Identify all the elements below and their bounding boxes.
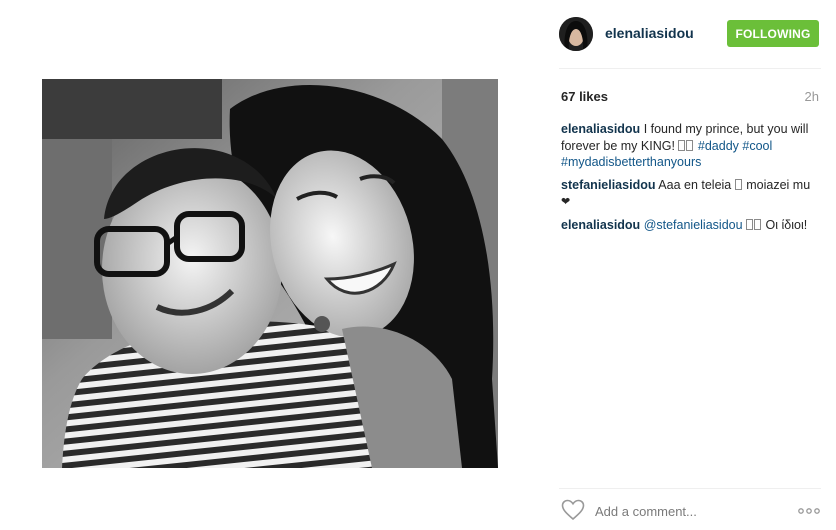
heart-icon: ❤	[561, 196, 571, 208]
comment-username[interactable]: elenaliasidou	[561, 218, 640, 232]
following-button[interactable]: FOLLOWING	[727, 20, 819, 47]
heart-outline-icon	[561, 499, 585, 521]
likes-count[interactable]: 67 likes	[561, 89, 608, 104]
emoji-icon	[686, 139, 694, 151]
post-header: elenaliasidou FOLLOWING	[559, 16, 821, 52]
instagram-post-page: elenaliasidou FOLLOWING 67 likes 2h elen…	[0, 0, 836, 530]
like-button[interactable]	[561, 499, 585, 521]
comment-text: Οι ίδιοι!	[765, 217, 808, 232]
comments-list: elenaliasidou I found my prince, but you…	[561, 121, 819, 239]
post-footer	[559, 495, 821, 525]
emoji-icon	[754, 218, 762, 230]
emoji-icon	[746, 218, 754, 230]
comment-text: moiazei mu	[746, 177, 811, 192]
username-link[interactable]: elenaliasidou	[605, 25, 694, 41]
emoji-icon	[678, 139, 686, 151]
avatar[interactable]	[559, 17, 593, 51]
more-options-button[interactable]	[797, 504, 821, 516]
footer-divider	[559, 488, 821, 489]
hashtag-link[interactable]: #mydadisbetterthanyours	[561, 155, 701, 169]
hashtag-link[interactable]: #cool	[742, 139, 772, 153]
post-sidebar: elenaliasidou FOLLOWING 67 likes 2h elen…	[559, 0, 821, 530]
comment-username[interactable]: stefanieliasidou	[561, 178, 655, 192]
comment-username[interactable]: elenaliasidou	[561, 122, 640, 136]
hashtag-link[interactable]: #daddy	[698, 139, 739, 153]
add-comment-input[interactable]	[595, 501, 785, 521]
post-timestamp[interactable]: 2h	[805, 89, 819, 104]
mention-link[interactable]: @stefanieliasidou	[644, 218, 743, 232]
photo-image	[42, 79, 498, 468]
comment-item: stefanieliasidou Aaa en teleia moiazei m…	[561, 177, 819, 211]
comment-text: Aaa en teleia	[658, 177, 732, 192]
post-photo[interactable]	[42, 79, 498, 468]
header-divider	[559, 68, 821, 69]
comment-item: elenaliasidou @stefanieliasidou Οι ίδιοι…	[561, 217, 819, 234]
emoji-icon	[734, 178, 742, 190]
ellipsis-icon	[798, 508, 820, 514]
avatar-image	[559, 17, 593, 51]
comment-item: elenaliasidou I found my prince, but you…	[561, 121, 819, 171]
